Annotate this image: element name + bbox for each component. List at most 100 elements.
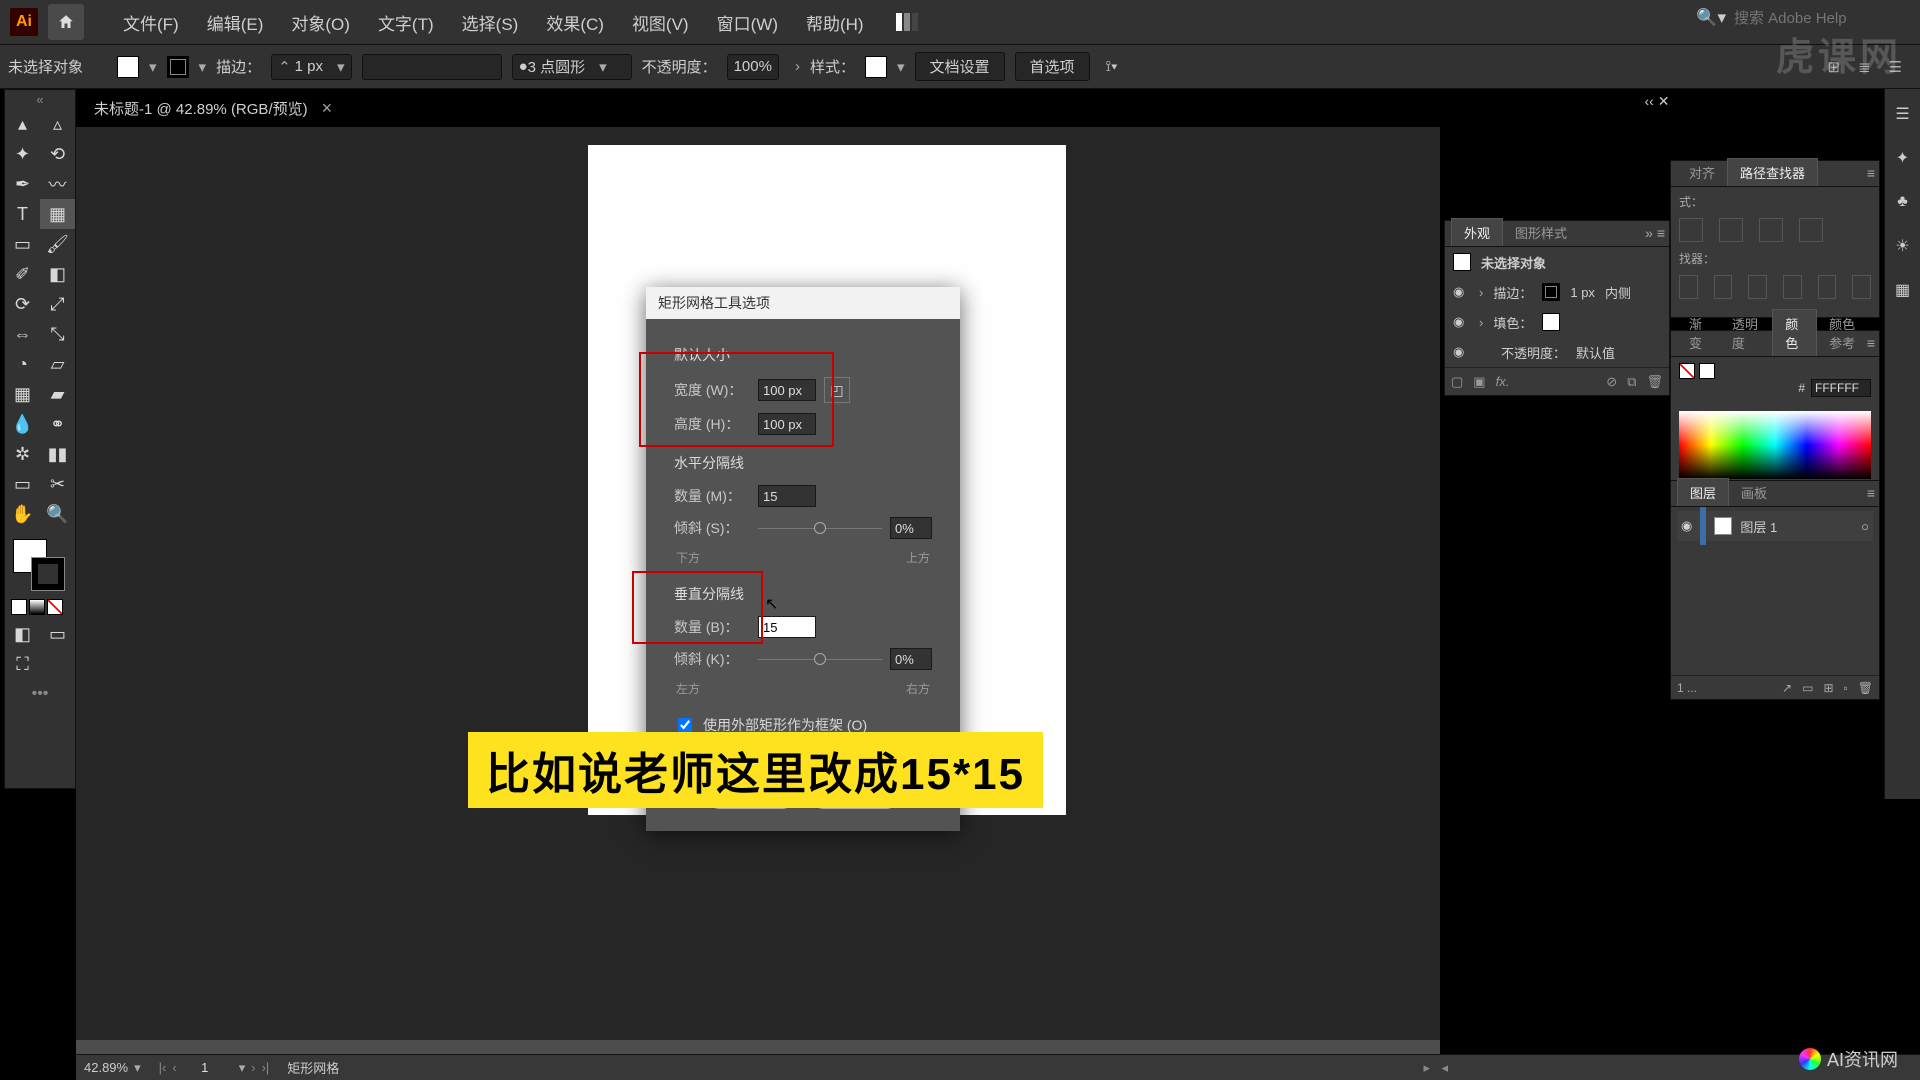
graph-tool[interactable]: ▮▮ xyxy=(40,439,75,469)
stroke-color-icon[interactable] xyxy=(31,557,65,591)
menu-window[interactable]: 窗口(W) xyxy=(703,10,792,35)
minus-back-icon[interactable] xyxy=(1852,275,1871,299)
brushes-icon[interactable]: ♣ xyxy=(1892,191,1914,213)
visibility-icon[interactable]: ◉ xyxy=(1453,344,1469,360)
document-tab[interactable]: 未标题-1 @ 42.89% (RGB/预览) × xyxy=(76,98,350,119)
trim-icon[interactable] xyxy=(1714,275,1733,299)
selection-tool[interactable]: ▴ xyxy=(5,109,40,139)
sun-icon[interactable]: ☀ xyxy=(1892,235,1914,257)
scale-tool[interactable]: ⤢ xyxy=(40,289,75,319)
curvature-tool[interactable]: 〰 xyxy=(40,169,75,199)
panel-menu-icon[interactable]: ≡ xyxy=(1867,335,1875,351)
stroke-swatch[interactable] xyxy=(167,56,189,78)
skew-s-value[interactable] xyxy=(890,517,932,539)
tab-gradient[interactable]: 渐变 xyxy=(1677,310,1720,356)
white-swatch-icon[interactable] xyxy=(1699,363,1715,379)
make-clip-icon[interactable]: ▭ xyxy=(1802,681,1813,695)
preferences-button[interactable]: 首选项 xyxy=(1015,52,1090,81)
opacity-input[interactable]: 100% xyxy=(727,54,779,80)
arrange-docs-icon[interactable] xyxy=(896,13,918,31)
reference-point-icon[interactable]: ◰ xyxy=(824,377,850,403)
close-tab-icon[interactable]: × xyxy=(322,98,333,119)
libraries-icon[interactable]: ✦ xyxy=(1892,147,1914,169)
outline-icon[interactable] xyxy=(1818,275,1837,299)
menu-select[interactable]: 选择(S) xyxy=(448,10,533,35)
panel-menu-icon[interactable]: » ≡ xyxy=(1645,225,1665,241)
stroke-weight-input[interactable]: ⌃ 1 px xyxy=(271,54,351,80)
perspective-tool[interactable]: ▱ xyxy=(40,349,75,379)
visibility-icon[interactable]: ◉ xyxy=(1453,314,1469,330)
rect-grid-tool[interactable]: ▦ xyxy=(40,199,75,229)
shape-builder-tool[interactable]: ◔ xyxy=(5,349,40,379)
width-input[interactable] xyxy=(758,379,816,401)
style-swatch[interactable] xyxy=(865,56,887,78)
menu-effect[interactable]: 效果(C) xyxy=(532,10,618,35)
tab-pathfinder[interactable]: 路径查找器 xyxy=(1727,158,1818,186)
mesh-tool[interactable]: ▦ xyxy=(5,379,40,409)
properties-icon[interactable]: ☰ xyxy=(1892,103,1914,125)
skew-k-slider[interactable] xyxy=(758,648,882,670)
eraser-tool[interactable]: ◧ xyxy=(40,259,75,289)
add-effect-icon[interactable]: fx. xyxy=(1496,374,1510,389)
minus-front-icon[interactable] xyxy=(1719,218,1743,242)
lasso-tool[interactable]: ⟲ xyxy=(40,139,75,169)
slice-tool[interactable]: ✂ xyxy=(40,469,75,499)
align-to-icon[interactable]: ⟟▾ xyxy=(1106,58,1118,75)
skew-s-slider[interactable] xyxy=(758,517,882,539)
edit-toolbar-icon[interactable]: ••• xyxy=(5,685,75,703)
layer-row[interactable]: ◉ 图层 1 ○ xyxy=(1677,511,1873,541)
crop-icon[interactable] xyxy=(1783,275,1802,299)
merge-icon[interactable] xyxy=(1748,275,1767,299)
gradient-tool[interactable]: ▰ xyxy=(40,379,75,409)
swatches-icon[interactable]: ▦ xyxy=(1892,279,1914,301)
horizontal-scrollbar[interactable] xyxy=(76,1040,1440,1054)
tab-transparency[interactable]: 透明度 xyxy=(1720,310,1772,356)
home-button[interactable] xyxy=(48,4,84,40)
menu-edit[interactable]: 编辑(E) xyxy=(193,10,278,35)
magic-wand-tool[interactable]: ✦ xyxy=(5,139,40,169)
draw-mode-icon[interactable]: ◧ xyxy=(5,619,40,649)
tab-appearance[interactable]: 外观 xyxy=(1451,218,1503,246)
tab-align[interactable]: 对齐 xyxy=(1677,159,1727,186)
panel-menu-icon[interactable]: ≡ xyxy=(1867,165,1875,181)
menu-object[interactable]: 对象(O) xyxy=(277,10,364,35)
new-fill-icon[interactable]: ▢ xyxy=(1451,374,1463,390)
fill-stroke-control[interactable] xyxy=(5,535,75,595)
visibility-icon[interactable]: ◉ xyxy=(1453,284,1469,300)
help-search-input[interactable] xyxy=(1732,9,1902,28)
delete-icon[interactable]: 🗑 xyxy=(1646,374,1663,390)
new-layer-icon[interactable]: ▫ xyxy=(1844,681,1848,695)
change-screen-icon[interactable]: ⛶ xyxy=(5,649,40,679)
menu-text[interactable]: 文字(T) xyxy=(364,10,448,35)
height-input[interactable] xyxy=(758,413,816,435)
color-mode-switches[interactable] xyxy=(5,595,75,619)
tab-layers[interactable]: 图层 xyxy=(1677,478,1729,506)
artboard-tool[interactable]: ▭ xyxy=(5,469,40,499)
symbol-spray-tool[interactable]: ✲ xyxy=(5,439,40,469)
new-stroke-icon[interactable]: ▣ xyxy=(1473,374,1485,390)
fill-swatch[interactable] xyxy=(117,56,139,78)
gpu-icon[interactable]: ⊞ xyxy=(1827,58,1840,76)
fill-swatch-icon[interactable] xyxy=(1542,313,1560,331)
menu-help[interactable]: 帮助(H) xyxy=(792,10,878,35)
tab-color[interactable]: 颜色 xyxy=(1772,309,1817,356)
free-transform-tool[interactable]: ⤡ xyxy=(40,319,75,349)
stroke-value[interactable]: 1 px xyxy=(1570,285,1595,300)
menu-icon[interactable]: ☰ xyxy=(1889,58,1902,76)
none-swatch-icon[interactable] xyxy=(1679,363,1695,379)
delete-layer-icon[interactable]: 🗑 xyxy=(1858,681,1873,695)
var-width-profile[interactable] xyxy=(362,54,502,80)
count-b-input[interactable] xyxy=(758,616,816,638)
target-icon[interactable]: ○ xyxy=(1861,519,1869,534)
count-m-input[interactable] xyxy=(758,485,816,507)
screen-mode-icon[interactable]: ▭ xyxy=(40,619,75,649)
layer-name[interactable]: 图层 1 xyxy=(1740,517,1777,536)
stroke-side[interactable]: 内侧 xyxy=(1605,283,1631,302)
rectangle-tool[interactable]: ▭ xyxy=(5,229,40,259)
tab-graphic-styles[interactable]: 图形样式 xyxy=(1503,219,1579,246)
divide-icon[interactable] xyxy=(1679,275,1698,299)
blend-tool[interactable]: ⚭ xyxy=(40,409,75,439)
arrange-icon[interactable]: ≣ xyxy=(1858,58,1871,76)
type-tool[interactable]: T xyxy=(5,199,40,229)
width-tool[interactable]: ⇔ xyxy=(5,319,40,349)
